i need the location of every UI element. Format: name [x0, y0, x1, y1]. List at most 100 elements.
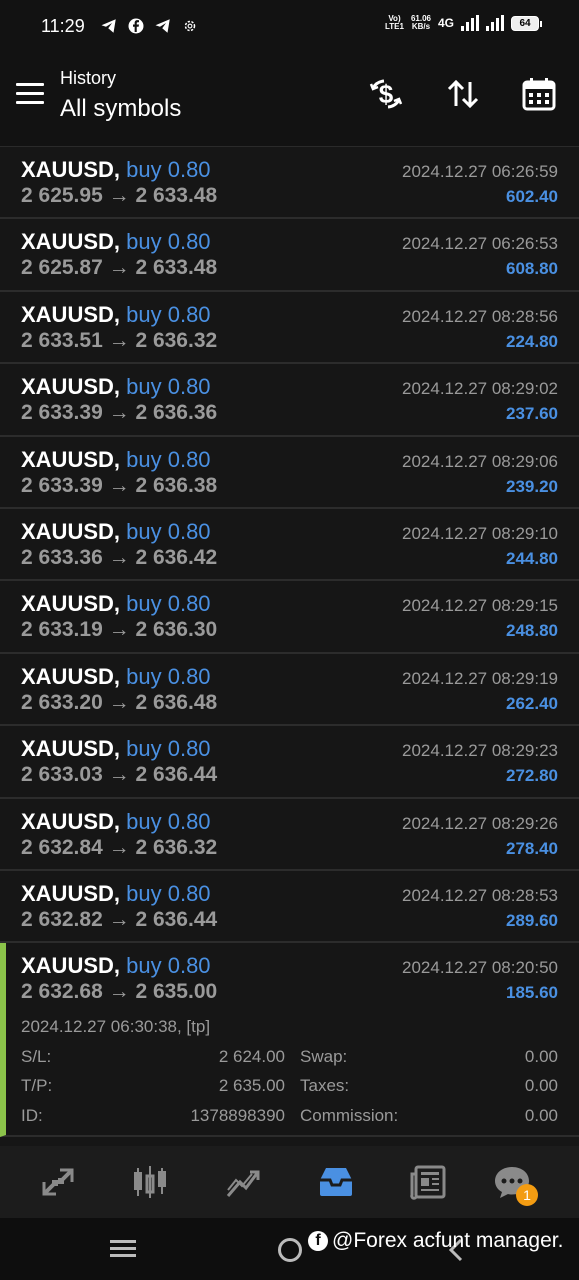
trade-date: 2024.12.27 08:29:06: [402, 451, 558, 471]
trade-prices: 2 633.51 → 2 636.32: [21, 329, 217, 353]
sort-icon[interactable]: [443, 74, 483, 114]
watermark: f @Forex acfunt manager.: [308, 1229, 563, 1253]
trade-side: buy 0.80: [126, 301, 211, 327]
trade-side: buy 0.80: [126, 518, 211, 544]
menu-button[interactable]: [16, 83, 44, 105]
trade-row[interactable]: XAUUSD, buy 0.80 2 633.03 → 2 636.44 2024.…: [0, 726, 579, 799]
close-info: 2024.12.27 06:30:38, [tp]: [21, 1017, 211, 1037]
trade-symbol: XAUUSD, buy 0.80: [21, 447, 211, 473]
open-price: 2 625.87: [21, 256, 103, 280]
trade-prices: 2 632.68 → 2 635.00: [21, 980, 217, 1004]
trade-icon[interactable]: [220, 1160, 264, 1204]
trade-date: 2024.12.27 08:28:56: [402, 306, 558, 326]
open-price: 2 632.82: [21, 907, 103, 931]
app-header: History All symbols $: [0, 54, 579, 147]
tp-value: 2 635.00: [218, 1076, 285, 1096]
news-icon[interactable]: [406, 1160, 450, 1204]
arrow-icon: →: [108, 256, 130, 280]
trade-row[interactable]: XAUUSD, buy 0.80 2 633.19 → 2 636.30 2024.…: [0, 581, 579, 654]
trade-row-expanded[interactable]: XAUUSD, buy 0.80 2 632.68 → 2 635.00 202…: [0, 943, 579, 1138]
trade-prices: 2 633.19 → 2 636.30: [21, 618, 217, 642]
arrow-icon: →: [108, 763, 130, 787]
symbol-text: XAUUSD,: [21, 953, 121, 979]
id-label: ID:: [21, 1106, 43, 1126]
trade-symbol: XAUUSD, buy 0.80: [21, 229, 211, 255]
chat-icon[interactable]: 1: [490, 1160, 538, 1206]
system-navigation: f @Forex acfunt manager.: [0, 1218, 579, 1280]
arrow-icon: →: [108, 980, 130, 1004]
watermark-text: @Forex acfunt manager.: [332, 1229, 564, 1252]
open-price: 2 633.03: [21, 763, 103, 787]
arrow-icon: →: [108, 184, 130, 207]
commission-value: 0.00: [524, 1106, 558, 1126]
open-price: 2 633.51: [21, 328, 103, 352]
trade-row[interactable]: XAUUSD, buy 0.80 2 625.87 → 2 633.48 2024.…: [0, 219, 579, 292]
symbol-text: XAUUSD,: [21, 157, 121, 182]
trade-prices: 2 632.82 → 2 636.44: [21, 908, 217, 932]
trade-side: buy 0.80: [126, 736, 211, 762]
trade-date: 2024.12.27 08:28:53: [402, 885, 558, 905]
trade-row[interactable]: XAUUSD, buy 0.80 2 633.36 → 2 636.42 2024.…: [0, 508, 579, 582]
close-price: 2 636.32: [135, 328, 218, 352]
status-time: 11:29: [41, 16, 85, 36]
header-title[interactable]: All symbols: [60, 95, 181, 123]
trade-prices: 2 633.39 → 2 636.36: [21, 401, 217, 425]
trade-prices: 2 633.39 → 2 636.38: [21, 474, 217, 498]
trade-date: 2024.12.27 06:26:59: [402, 162, 558, 181]
history-icon[interactable]: [314, 1160, 358, 1204]
telegram-icon-2: [155, 19, 170, 33]
trade-row[interactable]: XAUUSD, buy 0.80 2 633.39 → 2 636.38 2024.…: [0, 436, 579, 509]
tp-label: T/P:: [21, 1076, 53, 1096]
recent-apps-button[interactable]: [110, 1240, 136, 1258]
taxes-label: Taxes:: [300, 1076, 350, 1096]
currency-filter-icon[interactable]: $: [366, 74, 406, 114]
trade-profit: 239.20: [506, 476, 558, 496]
trade-prices: 2 625.95 → 2 633.48: [21, 184, 217, 208]
trade-date: 2024.12.27 08:29:10: [402, 523, 558, 543]
volte-icon: Vo) LTE1: [384, 14, 404, 31]
svg-text:$: $: [379, 79, 394, 109]
arrow-icon: →: [108, 907, 130, 931]
symbol-text: XAUUSD,: [21, 301, 121, 327]
chart-icon[interactable]: [128, 1160, 172, 1204]
close-price: 2 636.48: [135, 690, 218, 714]
trade-prices: 2 633.36 → 2 636.42: [21, 546, 217, 570]
arrow-icon: →: [108, 545, 130, 569]
quotes-icon[interactable]: [36, 1160, 80, 1204]
arrow-icon: →: [108, 328, 130, 352]
trade-date: 2024.12.27 08:20:50: [402, 958, 558, 978]
signal-icon: [461, 15, 479, 31]
trade-row[interactable]: XAUUSD, buy 0.80 2 632.82 → 2 636.44 2024.…: [0, 870, 579, 944]
trade-row[interactable]: XAUUSD, buy 0.80 2 632.84 → 2 636.32 2024.…: [0, 798, 579, 871]
trade-symbol: XAUUSD, buy 0.80: [21, 591, 211, 617]
trade-profit: 224.80: [506, 331, 558, 351]
trade-symbol: XAUUSD, buy 0.80: [21, 809, 211, 835]
trade-symbol: XAUUSD, buy 0.80: [21, 302, 211, 328]
trade-row[interactable]: XAUUSD, buy 0.80 2 633.51 → 2 636.32 2024.…: [0, 291, 579, 365]
trade-side: buy 0.80: [126, 229, 211, 255]
sl-label: S/L:: [21, 1047, 52, 1067]
close-price: 2 636.38: [135, 473, 218, 497]
symbol-text: XAUUSD,: [21, 518, 121, 544]
status-bar: 11:29 Vo) LTE1 61.06 KB/s 4G 64: [0, 0, 579, 54]
close-price: 2 636.42: [135, 545, 218, 569]
calendar-icon[interactable]: [519, 74, 559, 114]
close-price: 2 636.44: [135, 763, 218, 787]
home-button[interactable]: [278, 1238, 302, 1262]
arrow-icon: →: [108, 401, 130, 425]
commission-label: Commission:: [300, 1106, 399, 1126]
trade-symbol: XAUUSD, buy 0.80: [21, 736, 211, 762]
facebook-icon: [128, 18, 144, 34]
trade-row[interactable]: XAUUSD, buy 0.80 2 625.95 → 2 633.48 2024.…: [0, 147, 579, 220]
network-speed: 61.06 KB/s: [411, 15, 431, 31]
close-price: 2 633.48: [135, 184, 218, 207]
trade-row[interactable]: XAUUSD, buy 0.80 2 633.39 → 2 636.36 2024.…: [0, 364, 579, 437]
trade-row[interactable]: XAUUSD, buy 0.80 2 633.20 → 2 636.48 2024.…: [0, 653, 579, 727]
arrow-icon: →: [108, 618, 130, 642]
trade-symbol: XAUUSD, buy 0.80: [21, 664, 211, 690]
open-price: 2 633.36: [21, 545, 103, 569]
trade-profit: 289.60: [506, 910, 558, 930]
open-price: 2 632.68: [21, 980, 103, 1004]
trade-symbol: XAUUSD, buy 0.80: [21, 953, 211, 979]
speed-unit: KB/s: [411, 22, 431, 31]
